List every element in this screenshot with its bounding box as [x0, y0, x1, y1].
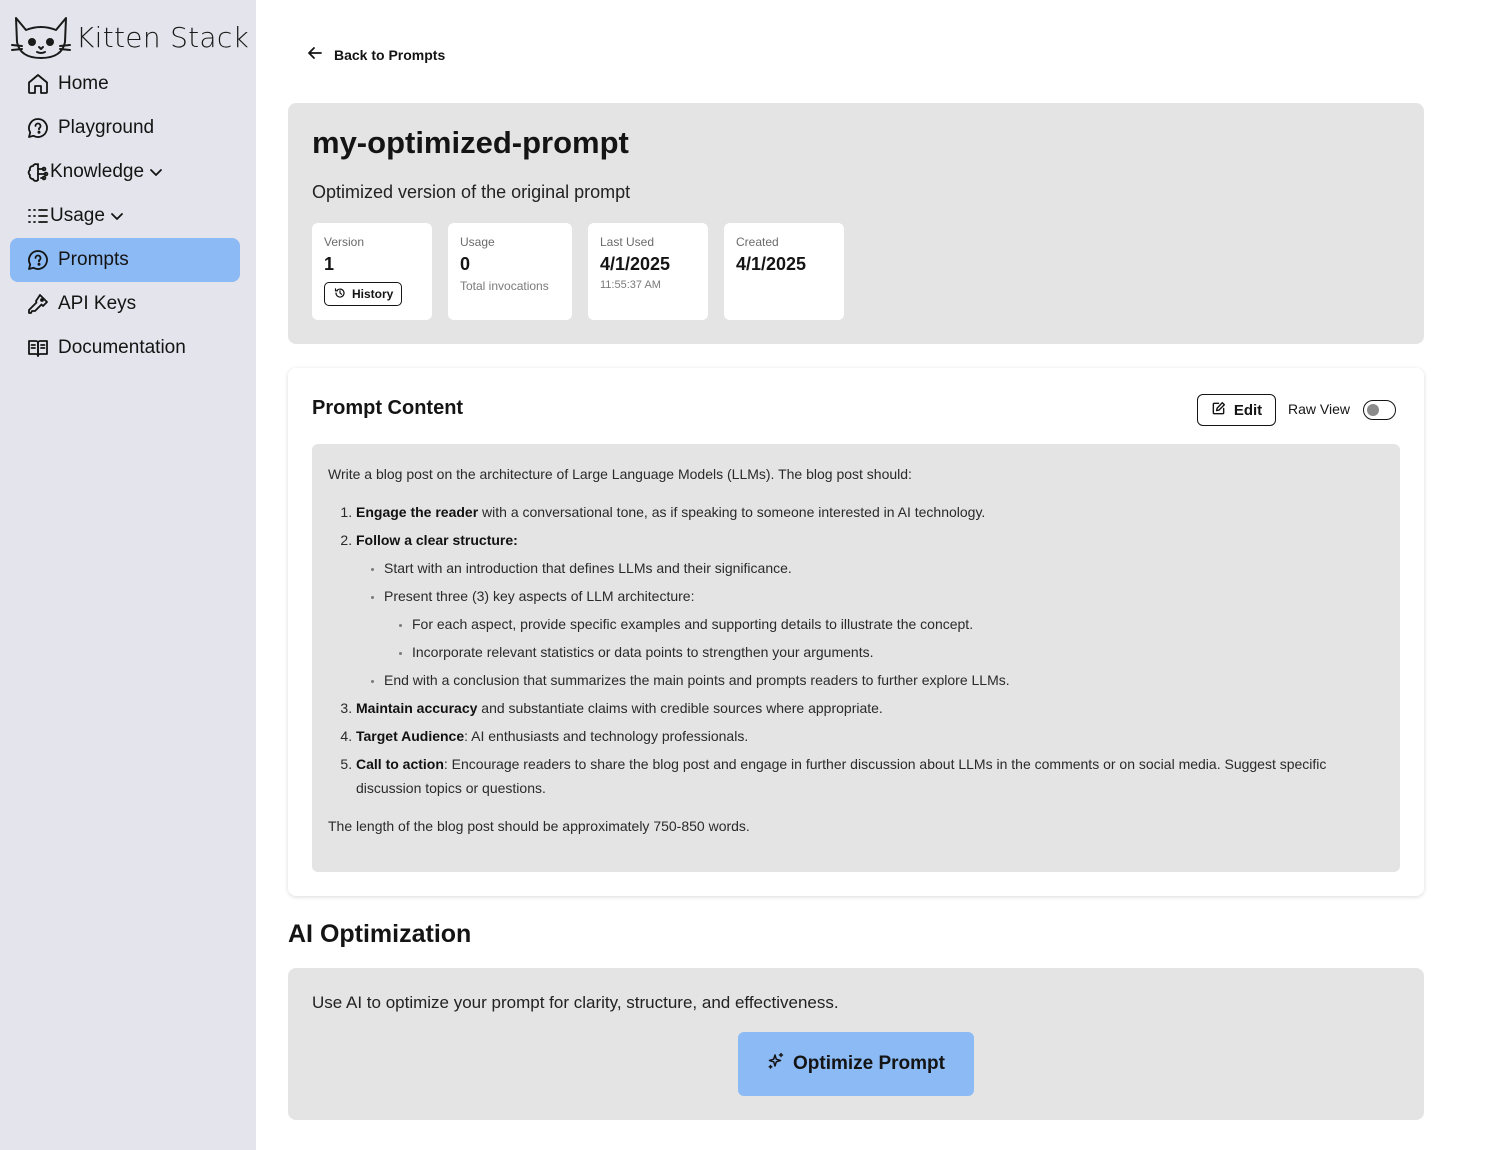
sparkles-icon — [767, 1052, 785, 1076]
history-button[interactable]: History — [324, 282, 403, 306]
app-name: Kitten Stack — [76, 20, 250, 54]
edit-button[interactable]: Edit — [1197, 394, 1276, 426]
optimize-prompt-button[interactable]: Optimize Prompt — [738, 1032, 974, 1096]
list-item: Engage the reader with a conversational … — [356, 500, 1384, 524]
app-logo[interactable]: Kitten Stack — [10, 12, 249, 62]
list-item: Call to action: Encourage readers to sha… — [356, 752, 1384, 800]
structure-bullet-list: Start with an introduction that defines … — [356, 556, 1384, 692]
chat-icon — [26, 116, 50, 140]
stat-label: Created — [736, 235, 779, 249]
stat-value: 4/1/2025 — [600, 254, 671, 274]
stat-value: 0 — [460, 254, 471, 274]
list-item-bold: Maintain accuracy — [356, 700, 478, 716]
prompt-content-text: Write a blog post on the architecture of… — [312, 444, 1400, 872]
history-button-label: History — [352, 287, 394, 301]
ai-optimization-card: Use AI to optimize your prompt for clari… — [288, 968, 1424, 1120]
content-intro: Write a blog post on the architecture of… — [328, 466, 912, 482]
page-title: my-optimized-prompt — [312, 125, 629, 160]
sidebar-item-label: API Keys — [58, 293, 137, 314]
back-to-prompts-link[interactable]: Back to Prompts — [306, 44, 445, 65]
cat-logo-icon — [10, 12, 72, 62]
prompt-description: Optimized version of the original prompt — [312, 182, 631, 202]
sidebar-item-label: Home — [58, 73, 109, 94]
section-title: Prompt Content — [312, 397, 464, 419]
stat-label: Last Used — [600, 235, 655, 249]
sidebar-item-prompts[interactable]: Prompts — [10, 238, 240, 282]
prompt-stats: Version 1 History Usage 0 Total invocati… — [312, 223, 844, 320]
stat-subtext: Total invocations — [460, 279, 549, 293]
list-item: Target Audience: AI enthusiasts and tech… — [356, 724, 1384, 748]
sidebar-item-label: Playground — [58, 117, 155, 138]
content-outro: The length of the blog post should be ap… — [328, 818, 750, 834]
list-item: Maintain accuracy and substantiate claim… — [356, 696, 1384, 720]
stat-label: Usage — [460, 235, 495, 249]
content-numbered-list: Engage the reader with a conversational … — [328, 500, 1384, 800]
stat-usage: Usage 0 Total invocations — [448, 223, 572, 320]
arrow-left-icon — [306, 44, 324, 65]
toggle-knob — [1367, 403, 1379, 416]
stat-value: 4/1/2025 — [736, 254, 807, 274]
stat-created: Created 4/1/2025 — [724, 223, 844, 320]
sidebar-item-label: Knowledge — [50, 161, 145, 182]
ai-optimization-title: AI Optimization — [288, 920, 472, 948]
chevron-down-icon — [109, 208, 125, 224]
sidebar-item-label: Usage — [50, 205, 105, 226]
sidebar-item-documentation[interactable]: Documentation — [10, 326, 240, 370]
sidebar: Kitten Stack Home Playground Knowledge U… — [0, 0, 256, 1150]
sidebar-nav: Home Playground Knowledge Usage Prompts … — [10, 62, 240, 370]
chevron-down-icon — [148, 164, 164, 180]
sidebar-item-knowledge[interactable]: Knowledge — [10, 150, 240, 194]
key-icon — [26, 292, 50, 316]
brain-icon — [26, 160, 50, 184]
history-icon — [334, 287, 346, 302]
list-item-bold: Target Audience — [356, 728, 465, 744]
sidebar-item-home[interactable]: Home — [10, 62, 240, 106]
ai-optimization-description: Use AI to optimize your prompt for clari… — [312, 993, 839, 1012]
list-item-text: : Encourage readers to share the blog po… — [356, 756, 1327, 796]
sidebar-item-usage[interactable]: Usage — [10, 194, 240, 238]
bullet-item: Start with an introduction that defines … — [384, 556, 1384, 580]
list-item-text: : AI enthusiasts and technology professi… — [464, 728, 749, 744]
edit-icon — [1211, 401, 1226, 420]
back-link-label: Back to Prompts — [334, 46, 446, 63]
list-item-text: and substantiate claims with credible so… — [477, 700, 883, 716]
list-item-text: with a conversational tone, as if speaki… — [478, 504, 986, 520]
list-item: Follow a clear structure: Start with an … — [356, 528, 1384, 692]
home-icon — [26, 72, 50, 96]
prompt-header-card: my-optimized-prompt Optimized version of… — [288, 103, 1424, 344]
chat-icon — [26, 248, 50, 272]
sidebar-item-label: Prompts — [58, 249, 129, 270]
raw-view-toggle[interactable] — [1363, 400, 1396, 420]
prompt-content-card: Prompt Content Edit Raw View Write a blo… — [288, 368, 1424, 896]
stat-value: 1 — [324, 254, 335, 274]
sidebar-item-playground[interactable]: Playground — [10, 106, 240, 150]
aspect-bullet-list: For each aspect, provide specific exampl… — [384, 612, 1384, 664]
optimize-button-label: Optimize Prompt — [792, 1053, 945, 1074]
stat-subtext: 11:55:37 AM — [600, 279, 661, 291]
stat-label: Version — [324, 235, 365, 249]
sidebar-item-label: Documentation — [58, 337, 186, 358]
stat-last-used: Last Used 4/1/2025 11:55:37 AM — [588, 223, 708, 320]
raw-view-label: Raw View — [1288, 401, 1350, 417]
book-icon — [26, 336, 50, 360]
bullet-item: Incorporate relevant statistics or data … — [412, 640, 1384, 664]
stat-version: Version 1 History — [312, 223, 432, 320]
bullet-item: Present three (3) key aspects of LLM arc… — [384, 584, 1384, 664]
sidebar-item-api-keys[interactable]: API Keys — [10, 282, 240, 326]
bullet-item: For each aspect, provide specific exampl… — [412, 612, 1384, 636]
list-icon — [26, 204, 50, 228]
edit-button-label: Edit — [1233, 401, 1263, 419]
bullet-item-text: Present three (3) key aspects of LLM arc… — [384, 588, 695, 604]
list-item-bold: Engage the reader — [356, 504, 479, 520]
list-item-bold: Call to action — [356, 756, 444, 772]
list-item-bold: Follow a clear structure: — [356, 532, 518, 548]
bullet-item: End with a conclusion that summarizes th… — [384, 668, 1384, 692]
